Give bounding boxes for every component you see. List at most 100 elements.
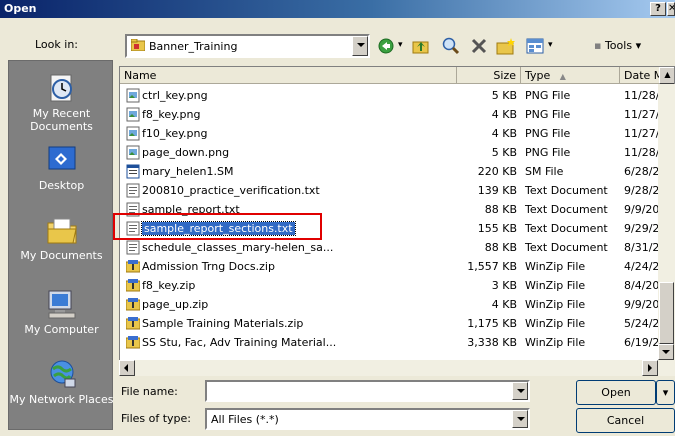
file-row[interactable]: f10_key.png4 KBPNG File11/27/200: [120, 124, 674, 143]
look-in-dropdown-arrow[interactable] [352, 36, 368, 56]
file-size-cell: 4 KB [491, 108, 517, 121]
column-header-name[interactable]: Name [120, 67, 457, 84]
file-size-cell: 3 KB [491, 279, 517, 292]
scroll-right-button[interactable] [642, 360, 658, 376]
file-type-select[interactable]: All Files (*.*) [205, 408, 530, 430]
back-icon[interactable] [377, 36, 397, 56]
views-icon[interactable] [525, 36, 547, 56]
place-my-recent-documents[interactable]: My Recent Documents [9, 71, 114, 133]
open-options-arrow[interactable]: ▾ [656, 380, 675, 405]
file-row[interactable]: ctrl_key.png5 KBPNG File11/28/200: [120, 86, 674, 105]
cancel-button[interactable]: Cancel [576, 408, 675, 433]
delete-icon[interactable] [469, 36, 489, 56]
desktop-icon [48, 146, 75, 170]
file-size-cell: 155 KB [477, 222, 517, 235]
tools-dropdown-arrow: ▾ [635, 39, 642, 52]
file-type-cell: PNG File [525, 108, 571, 121]
file-row[interactable]: Sample Training Materials.zip 1,175 KB Win… [120, 314, 674, 333]
vertical-scroll-thumb[interactable] [659, 282, 674, 344]
file-type-dropdown-arrow[interactable] [512, 410, 528, 428]
file-type-cell: Text Document [525, 241, 608, 254]
file-size-cell: 5 KB [491, 89, 517, 102]
file-name-cell: f8_key.png [142, 108, 201, 121]
window-title: Open [4, 2, 37, 15]
file-row[interactable]: f8_key.png4 KBPNG File11/27/200: [120, 105, 674, 124]
file-size-cell: 1,557 KB [467, 260, 517, 273]
file-row[interactable]: page_up.zip4 KBWinZip File9/9/2006 1 [120, 295, 674, 314]
file-size-cell: 139 KB [477, 184, 517, 197]
file-row[interactable]: SS Stu, Fac, Adv Training Material... 3,3… [120, 333, 674, 352]
my-computer-icon [48, 290, 75, 319]
file-size-cell: 5 KB [491, 146, 517, 159]
place-my-network-places[interactable]: My Network Places [9, 357, 114, 406]
file-size-cell: 3,338 KB [467, 336, 517, 349]
file-row[interactable]: page_down.png5 KBPNG File11/28/200: [120, 143, 674, 162]
up-folder-icon[interactable] [411, 36, 431, 56]
places-bar: My Recent Documents Desktop My Documents [8, 60, 113, 430]
new-folder-icon[interactable] [495, 36, 517, 56]
vertical-scrollbar[interactable] [658, 84, 675, 360]
file-name-cell: 200810_practice_verification.txt [142, 184, 320, 197]
highlight-box [113, 213, 322, 240]
scroll-left-button[interactable] [119, 360, 135, 376]
search-web-icon[interactable] [441, 36, 461, 56]
my-documents-icon [47, 218, 77, 244]
file-type-cell: SM File [525, 165, 564, 178]
look-in-combo[interactable]: Banner_Training [125, 34, 370, 58]
image-file-icon [126, 107, 140, 122]
file-name-cell: f8_key.zip [142, 279, 196, 292]
scroll-down-button[interactable] [658, 344, 674, 360]
look-in-value: Banner_Training [149, 40, 238, 53]
text-file-icon [126, 240, 140, 255]
place-label: Desktop [38, 179, 85, 192]
file-type-cell: Text Document [525, 184, 608, 197]
file-type-cell: WinZip File [525, 260, 586, 273]
file-name-cell: Sample Training Materials.zip [142, 317, 304, 330]
file-type-cell: WinZip File [525, 317, 586, 330]
file-size-cell: 88 KB [484, 203, 517, 216]
place-my-documents[interactable]: My Documents [9, 213, 114, 262]
file-size-cell: 1,175 KB [467, 317, 517, 330]
recent-documents-icon [50, 74, 72, 102]
file-name-cell: ctrl_key.png [142, 89, 208, 102]
place-my-computer[interactable]: My Computer [9, 287, 114, 336]
tools-menu-button[interactable]: ▪ Tools ▾ [594, 39, 641, 52]
file-row[interactable]: f8_key.zip3 KBWinZip File8/4/2006 1 [120, 276, 674, 295]
file-name-dropdown-arrow[interactable] [512, 382, 528, 400]
sort-ascending-icon: ▲ [559, 72, 566, 81]
back-dropdown-arrow[interactable]: ▾ [398, 40, 403, 50]
file-row[interactable]: schedule_classes_mary-helen_sa... 88 KB Te… [120, 238, 674, 257]
column-header-size[interactable]: Size [457, 67, 521, 84]
image-file-icon [126, 145, 140, 160]
folder-icon [131, 39, 145, 51]
place-desktop[interactable]: Desktop [9, 143, 114, 192]
file-row[interactable]: 200810_practice_verification.txt 139 KB Te… [120, 181, 674, 200]
network-places-icon [50, 360, 75, 388]
open-dialog: Open ? ✕ Look in: Banner_Training ▾ [0, 0, 675, 436]
close-button[interactable]: ✕ [667, 2, 675, 16]
horizontal-scrollbar[interactable] [119, 360, 675, 376]
file-type-cell: PNG File [525, 89, 571, 102]
file-type-cell: Text Document [525, 203, 608, 216]
file-type-value: All Files (*.*) [211, 413, 279, 426]
file-row[interactable]: mary_helen1.SM 220 KB SM File 6/28/2006 [120, 162, 674, 181]
file-name-cell: f10_key.png [142, 127, 208, 140]
file-name-label: File name: [121, 385, 178, 398]
help-button[interactable]: ? [650, 2, 666, 16]
column-header-type[interactable]: Type ▲ [521, 67, 620, 84]
zip-file-icon [126, 279, 140, 292]
title-bar[interactable]: Open ? ✕ [0, 0, 675, 18]
file-name-cell: Admission Trng Docs.zip [142, 260, 275, 273]
scroll-up-button[interactable]: ▲ [659, 67, 674, 84]
file-type-cell: WinZip File [525, 279, 586, 292]
zip-file-icon [126, 317, 140, 330]
file-type-cell: Text Document [525, 222, 608, 235]
file-name-combo[interactable] [205, 380, 530, 402]
place-label: My Computer [24, 323, 99, 336]
zip-file-icon [126, 336, 140, 349]
views-dropdown-arrow[interactable]: ▾ [548, 40, 553, 50]
file-size-cell: 88 KB [484, 241, 517, 254]
image-file-icon [126, 88, 140, 103]
file-row[interactable]: Admission Trng Docs.zip 1,557 KB WinZip Fi… [120, 257, 674, 276]
open-button[interactable]: Open [576, 380, 656, 405]
